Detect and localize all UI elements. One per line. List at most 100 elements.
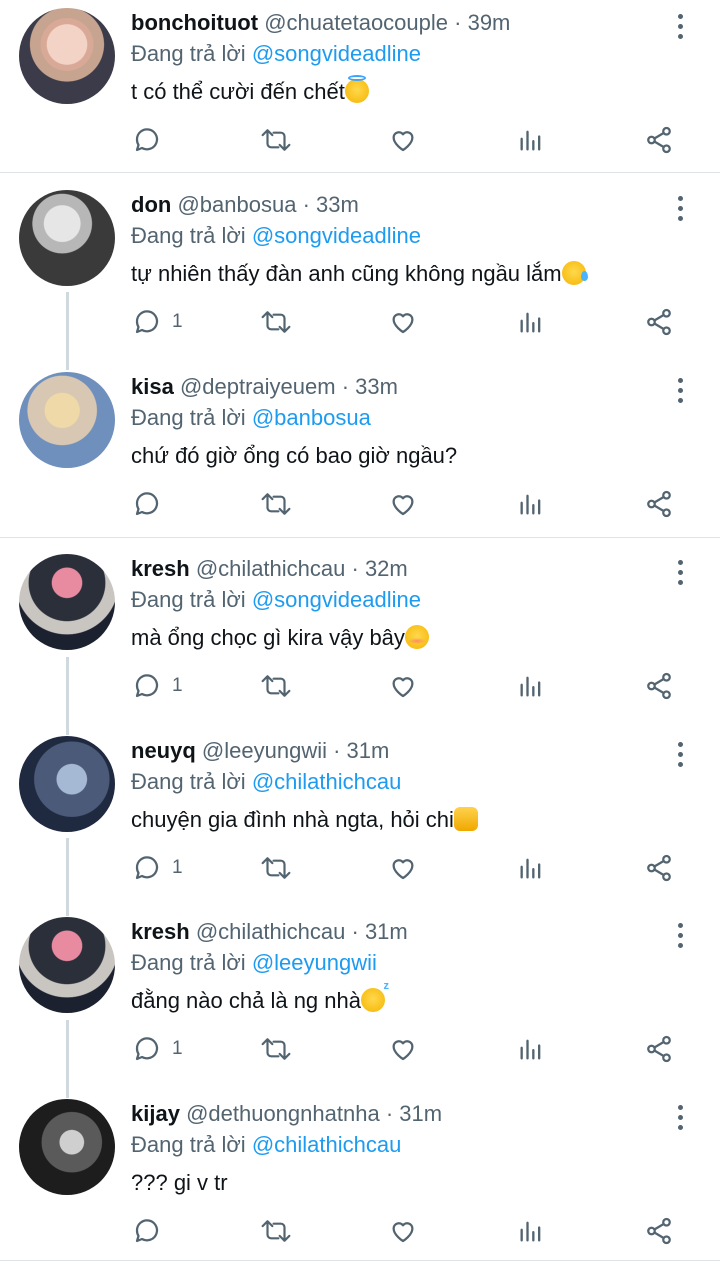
reply-button[interactable]: 1 bbox=[132, 302, 183, 342]
views-button[interactable] bbox=[517, 484, 545, 524]
like-button[interactable] bbox=[388, 1029, 418, 1069]
display-name[interactable]: kijay bbox=[131, 1101, 180, 1126]
tweet[interactable]: kijay @dethuongnhatnha · 31m Đang trả lờ… bbox=[0, 1091, 720, 1271]
reply-button[interactable] bbox=[132, 484, 172, 524]
tweet[interactable]: don @banbosua · 33m Đang trả lời @songvi… bbox=[0, 182, 720, 362]
like-button[interactable] bbox=[388, 302, 418, 342]
views-button[interactable] bbox=[517, 120, 545, 160]
avatar[interactable] bbox=[19, 372, 115, 468]
reply-button[interactable] bbox=[132, 1211, 172, 1251]
share-button[interactable] bbox=[644, 302, 674, 342]
retweet-button[interactable] bbox=[259, 666, 293, 706]
share-icon bbox=[647, 854, 671, 882]
tweet[interactable]: kisa @deptraiyeuem · 33m Đang trả lời @b… bbox=[0, 364, 720, 544]
views-button[interactable] bbox=[517, 302, 545, 342]
like-button[interactable] bbox=[388, 666, 418, 706]
tweet[interactable]: kresh @chilathichcau · 32m Đang trả lời … bbox=[0, 546, 720, 726]
reply-button[interactable]: 1 bbox=[132, 848, 183, 888]
display-name[interactable]: bonchoituot bbox=[131, 10, 258, 35]
like-button[interactable] bbox=[388, 848, 418, 888]
views-button[interactable] bbox=[517, 1211, 545, 1251]
handle[interactable]: @deptraiyeuem bbox=[180, 374, 336, 399]
retweet-button[interactable] bbox=[259, 848, 293, 888]
avatar[interactable] bbox=[19, 1099, 115, 1195]
reply-button[interactable]: 1 bbox=[132, 1029, 183, 1069]
like-button[interactable] bbox=[388, 120, 418, 160]
timestamp[interactable]: · 33m bbox=[342, 374, 398, 399]
views-button[interactable] bbox=[517, 1029, 545, 1069]
more-icon[interactable] bbox=[672, 742, 690, 768]
reply-mention[interactable]: @chilathichcau bbox=[252, 1132, 402, 1157]
views-button[interactable] bbox=[517, 848, 545, 888]
display-name[interactable]: neuyq bbox=[131, 738, 196, 763]
avatar[interactable] bbox=[19, 8, 115, 104]
reply-mention[interactable]: @songvideadline bbox=[252, 223, 421, 248]
more-icon[interactable] bbox=[672, 196, 690, 222]
avatar[interactable] bbox=[19, 736, 115, 832]
display-name[interactable]: kresh bbox=[131, 556, 190, 581]
avatar[interactable] bbox=[19, 917, 115, 1013]
reply-mention[interactable]: @songvideadline bbox=[252, 587, 421, 612]
reply-icon bbox=[135, 674, 159, 698]
reply-context: Đang trả lời @chilathichcau bbox=[131, 769, 401, 795]
timestamp[interactable]: · 31m bbox=[386, 1101, 442, 1126]
avatar[interactable] bbox=[19, 554, 115, 650]
reply-mention[interactable]: @leeyungwii bbox=[252, 950, 377, 975]
tweet-text-content: đằng nào chả là ng nhà bbox=[131, 988, 361, 1013]
timestamp[interactable]: · 39m bbox=[454, 10, 510, 35]
handle[interactable]: @leeyungwii bbox=[202, 738, 327, 763]
more-icon[interactable] bbox=[672, 923, 690, 949]
share-button[interactable] bbox=[644, 120, 674, 160]
share-icon bbox=[647, 490, 671, 518]
retweet-button[interactable] bbox=[259, 120, 293, 160]
retweet-icon bbox=[261, 311, 291, 333]
share-button[interactable] bbox=[644, 1211, 674, 1251]
handle[interactable]: @banbosua bbox=[177, 192, 296, 217]
reply-count: 1 bbox=[172, 311, 183, 332]
tweet-header: neuyq @leeyungwii · 31m bbox=[131, 738, 389, 764]
timestamp[interactable]: · 32m bbox=[352, 556, 408, 581]
views-icon bbox=[520, 312, 541, 333]
retweet-button[interactable] bbox=[259, 1211, 293, 1251]
more-icon[interactable] bbox=[672, 560, 690, 586]
timestamp[interactable]: · 33m bbox=[303, 192, 359, 217]
reply-button[interactable]: 1 bbox=[132, 666, 183, 706]
handle[interactable]: @chilathichcau bbox=[196, 919, 346, 944]
display-name[interactable]: don bbox=[131, 192, 171, 217]
share-button[interactable] bbox=[644, 848, 674, 888]
timestamp[interactable]: · 31m bbox=[333, 738, 389, 763]
more-icon[interactable] bbox=[672, 378, 690, 404]
display-name[interactable]: kisa bbox=[131, 374, 174, 399]
tweet[interactable]: bonchoituot @chuatetaocouple · 39m Đang … bbox=[0, 0, 720, 180]
retweet-button[interactable] bbox=[259, 302, 293, 342]
reply-mention[interactable]: @songvideadline bbox=[252, 41, 421, 66]
handle[interactable]: @chuatetaocouple bbox=[264, 10, 448, 35]
tweet[interactable]: neuyq @leeyungwii · 31m Đang trả lời @ch… bbox=[0, 728, 720, 908]
retweet-button[interactable] bbox=[259, 484, 293, 524]
share-button[interactable] bbox=[644, 1029, 674, 1069]
retweet-icon bbox=[261, 1038, 291, 1060]
reply-prefix: Đang trả lời bbox=[131, 405, 246, 430]
timestamp[interactable]: · 31m bbox=[352, 919, 408, 944]
tweet-header: kresh @chilathichcau · 31m bbox=[131, 919, 408, 945]
handle[interactable]: @dethuongnhatnha bbox=[186, 1101, 380, 1126]
reply-button[interactable] bbox=[132, 120, 172, 160]
avatar[interactable] bbox=[19, 190, 115, 286]
share-icon bbox=[647, 1217, 671, 1245]
more-icon[interactable] bbox=[672, 14, 690, 40]
more-icon[interactable] bbox=[672, 1105, 690, 1131]
retweet-button[interactable] bbox=[259, 1029, 293, 1069]
reply-mention[interactable]: @chilathichcau bbox=[252, 769, 402, 794]
display-name[interactable]: kresh bbox=[131, 919, 190, 944]
share-button[interactable] bbox=[644, 666, 674, 706]
like-button[interactable] bbox=[388, 1211, 418, 1251]
tweet-actions: 1 bbox=[0, 1029, 720, 1069]
reply-mention[interactable]: @banbosua bbox=[252, 405, 371, 430]
share-button[interactable] bbox=[644, 484, 674, 524]
tweet-text: chuyện gia đình nhà ngta, hỏi chi bbox=[131, 807, 478, 833]
reply-context: Đang trả lời @chilathichcau bbox=[131, 1132, 401, 1158]
like-button[interactable] bbox=[388, 484, 418, 524]
tweet[interactable]: kresh @chilathichcau · 31m Đang trả lời … bbox=[0, 909, 720, 1089]
handle[interactable]: @chilathichcau bbox=[196, 556, 346, 581]
views-button[interactable] bbox=[517, 666, 545, 706]
